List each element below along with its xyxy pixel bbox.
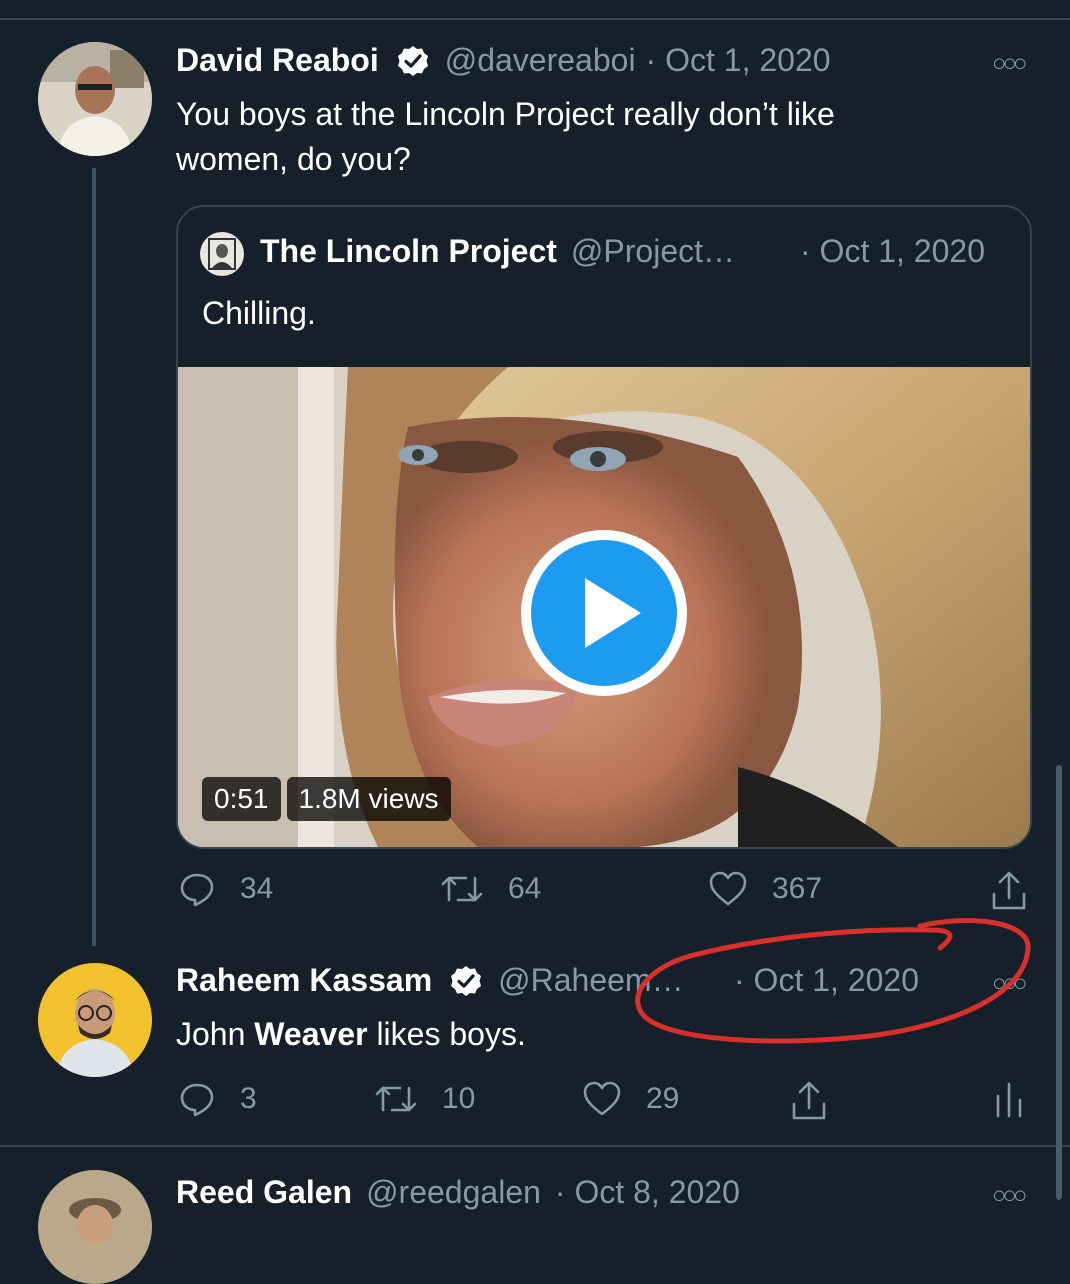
next-tweet-date[interactable]: · Oct 8, 2020 (555, 1174, 740, 1211)
like-action[interactable]: 29 (582, 1080, 679, 1118)
next-author-name[interactable]: Reed Galen (176, 1174, 352, 1211)
share-action[interactable] (790, 1080, 828, 1122)
like-action[interactable]: 367 (708, 870, 822, 908)
reply-text-post: likes boys. (367, 1016, 526, 1052)
like-icon (709, 871, 747, 906)
tweet-date[interactable]: · Oct 1, 2020 (646, 42, 831, 79)
share-icon (792, 1081, 826, 1120)
next-author-handle[interactable]: @reedgalen (366, 1174, 541, 1211)
reply-text-pre: John (176, 1016, 255, 1052)
reply-icon (180, 1083, 214, 1117)
tweet-divider (0, 1145, 1070, 1147)
author-handle[interactable]: @davereaboi (445, 42, 636, 79)
retweet-count: 10 (442, 1082, 476, 1115)
analytics-action[interactable] (994, 1080, 1024, 1120)
reply-author-name[interactable]: Raheem Kassam (176, 962, 432, 999)
more-icon[interactable]: ○○○ (992, 50, 1027, 78)
play-button[interactable] (521, 530, 687, 696)
annotation-circle (635, 918, 1031, 1044)
quoted-tweet-card[interactable]: The Lincoln Project @Project… · Oct 1, 2… (176, 205, 1032, 849)
tweet-text-line2: women, do you? (176, 141, 411, 177)
reply-text-bold: Weaver (254, 1016, 368, 1052)
previous-tweet-divider (0, 0, 1070, 20)
author-name[interactable]: David Reaboi (176, 42, 379, 79)
thread-line (92, 168, 96, 946)
quoted-tweet-text: Chilling. (202, 295, 316, 331)
video-thumbnail[interactable]: 0:51 1.8M views (178, 367, 1030, 847)
video-views: 1.8M views (286, 777, 451, 821)
reply-icon (180, 873, 214, 907)
reply-count: 34 (240, 872, 274, 905)
tweet-text-line1: You boys at the Lincoln Project really d… (176, 96, 835, 132)
reply-action[interactable]: 34 (178, 870, 273, 908)
avatar-raheem-kassam[interactable] (38, 963, 152, 1077)
like-count: 29 (646, 1082, 680, 1115)
analytics-icon (996, 1082, 1022, 1118)
share-icon (992, 871, 1026, 910)
verified-badge-icon (450, 965, 482, 997)
like-count: 367 (772, 872, 823, 905)
play-icon (585, 578, 641, 648)
avatar-lincoln-project (200, 232, 244, 276)
retweet-icon (441, 876, 483, 902)
avatar-david-reaboi[interactable] (38, 42, 152, 156)
quoted-author-name: The Lincoln Project (260, 233, 557, 269)
quoted-tweet-date: · Oct 1, 2020 (800, 233, 985, 269)
retweet-count: 64 (508, 872, 542, 905)
more-icon[interactable]: ○○○ (992, 1182, 1027, 1210)
reply-action[interactable]: 3 (178, 1080, 257, 1118)
video-duration: 0:51 (202, 777, 281, 821)
retweet-icon (375, 1086, 417, 1112)
reply-count: 3 (240, 1082, 257, 1115)
share-action[interactable] (990, 870, 1028, 912)
retweet-action[interactable]: 10 (374, 1080, 475, 1118)
like-icon (583, 1081, 621, 1116)
avatar-reed-galen[interactable] (38, 1170, 152, 1284)
verified-badge-icon (397, 45, 429, 77)
quoted-author-handle: @Project… (570, 233, 735, 269)
retweet-action[interactable]: 64 (440, 870, 541, 908)
reply-tweet-text: John Weaver likes boys. (176, 1012, 526, 1057)
scrollbar[interactable] (1056, 765, 1062, 1200)
